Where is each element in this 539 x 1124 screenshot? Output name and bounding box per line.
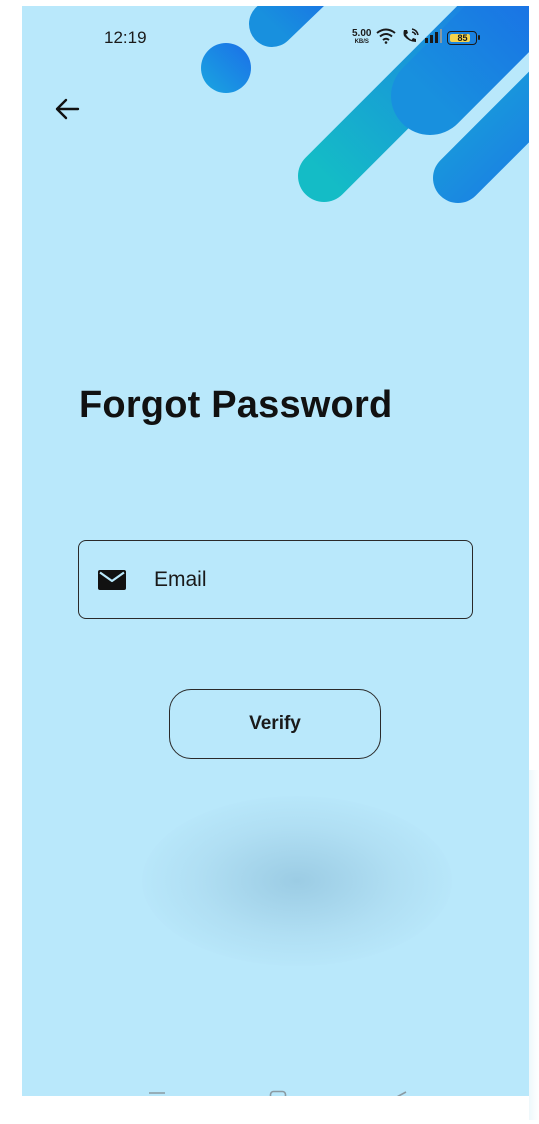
page-title: Forgot Password <box>79 384 393 426</box>
status-icons: 5.00 KB/S 85 <box>352 27 481 49</box>
nav-back-button[interactable] <box>384 1084 414 1096</box>
arrow-left-icon <box>55 98 80 120</box>
back-triangle-icon <box>396 1091 407 1096</box>
email-field[interactable] <box>78 540 473 619</box>
home-square-icon <box>269 1090 287 1096</box>
status-bar: 12:19 5.00 KB/S 85 <box>22 6 529 70</box>
edge-fade <box>529 770 539 1120</box>
nav-home-button[interactable] <box>263 1084 293 1096</box>
battery-level: 85 <box>457 33 468 43</box>
network-speed: 5.00 KB/S <box>352 28 372 46</box>
battery-icon: 85 <box>447 31 481 45</box>
app-screen: 12:19 5.00 KB/S 85 Forgot Password Email… <box>22 6 529 1096</box>
network-speed-unit: KB/S <box>354 39 369 45</box>
system-nav-bar <box>22 1074 529 1096</box>
status-time: 12:19 <box>104 28 147 47</box>
network-speed-value: 5.00 <box>352 28 372 39</box>
verify-button[interactable]: Verify <box>169 689 381 759</box>
menu-icon <box>149 1092 165 1094</box>
email-input[interactable] <box>152 566 436 593</box>
back-button[interactable] <box>50 92 84 126</box>
wifi-icon <box>376 28 397 49</box>
background-shadow <box>142 796 452 966</box>
mail-icon <box>97 569 127 591</box>
call-signal-icon <box>401 27 420 49</box>
cell-signal-icon <box>424 28 443 48</box>
nav-menu-button[interactable] <box>142 1084 172 1096</box>
